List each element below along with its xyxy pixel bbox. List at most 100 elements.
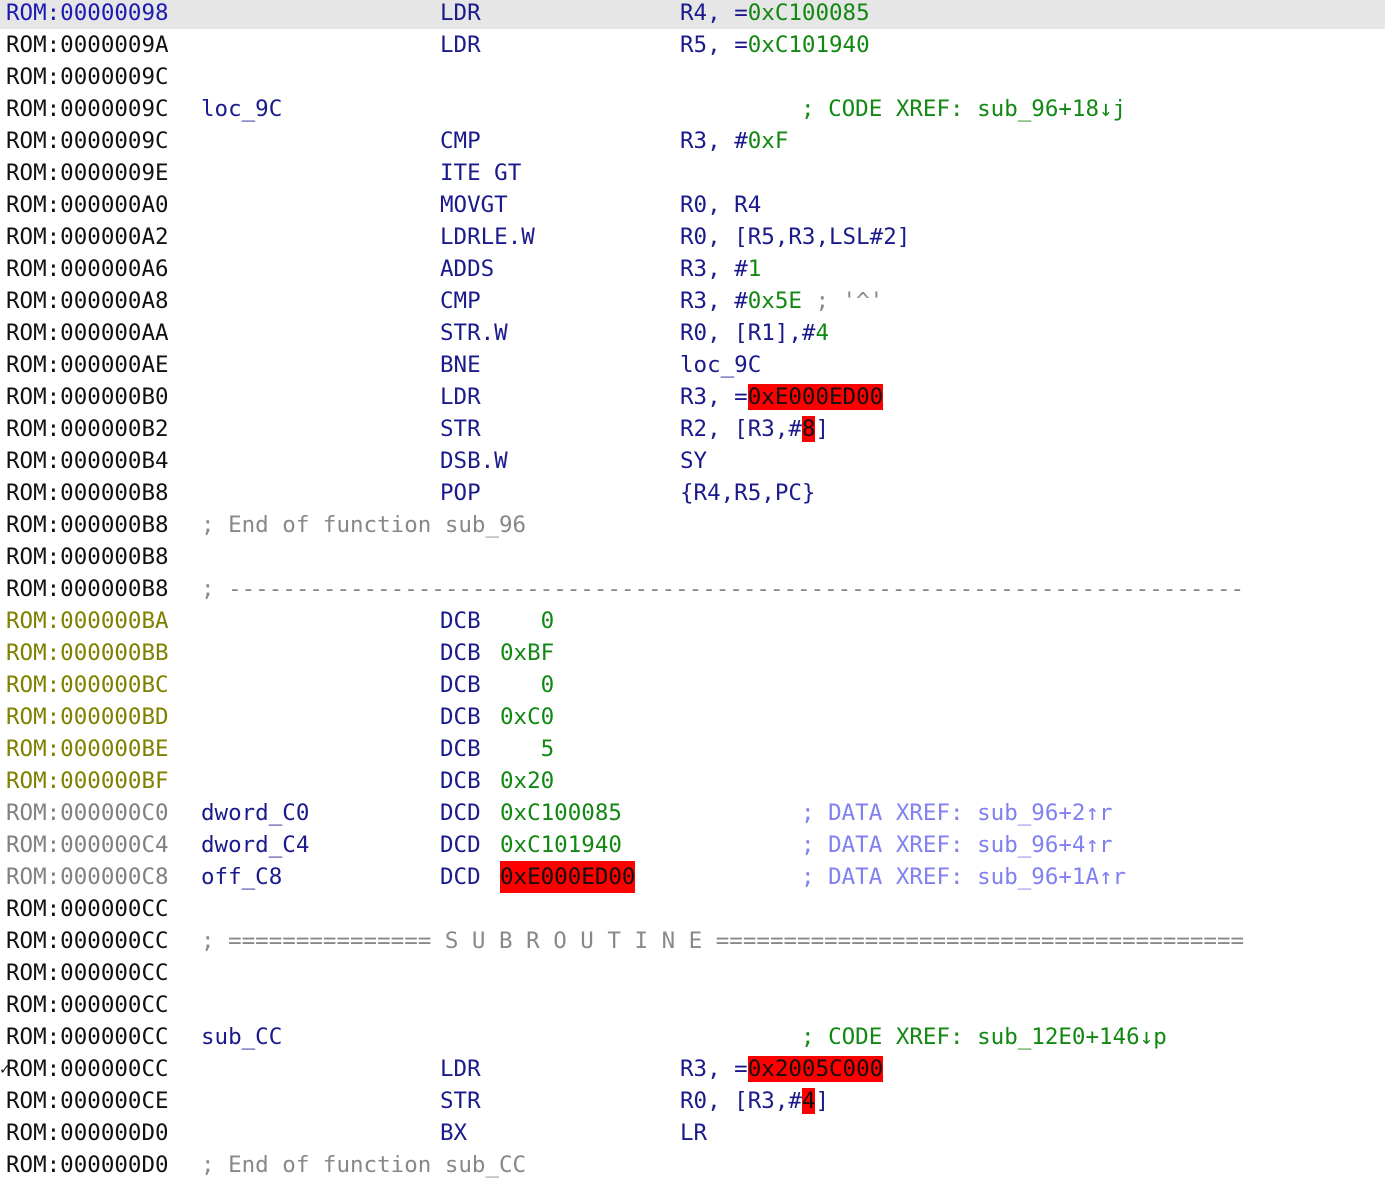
address[interactable]: ROM:0000009C: [6, 93, 169, 125]
xref-comment[interactable]: ; CODE XREF: sub_96+18↓j: [801, 93, 1126, 125]
listing-line[interactable]: ROM:000000CC: [0, 989, 1385, 1021]
mnemonic[interactable]: DCB: [440, 637, 481, 669]
mnemonic[interactable]: STR.W: [440, 317, 508, 349]
data-value[interactable]: 0xC101940: [500, 829, 622, 861]
listing-line[interactable]: ROM:000000CC: [0, 893, 1385, 925]
listing-line[interactable]: ROM:00000098 LDR R4, =0xC100085: [0, 0, 1385, 29]
address[interactable]: ROM:000000BC: [6, 669, 169, 701]
address[interactable]: ROM:000000B4: [6, 445, 169, 477]
operands[interactable]: R3, #0xF: [680, 125, 788, 157]
xref-comment[interactable]: ; DATA XREF: sub_96+2↑r: [801, 797, 1113, 829]
listing-line[interactable]: ROM:0000009E ITE GT: [0, 157, 1385, 189]
address[interactable]: ROM:000000B0: [6, 381, 169, 413]
address[interactable]: ROM:000000CC: [6, 957, 169, 989]
address[interactable]: ROM:000000B8: [6, 509, 169, 541]
mnemonic[interactable]: LDR: [440, 0, 481, 29]
listing-line[interactable]: ROM:000000BE DCB 5: [0, 733, 1385, 765]
mnemonic[interactable]: STR: [440, 1085, 481, 1117]
listing-line[interactable]: ROM:000000B8 ; --------------------------…: [0, 573, 1385, 605]
mnemonic[interactable]: BNE: [440, 349, 481, 381]
mnemonic[interactable]: DCB: [440, 701, 481, 733]
address[interactable]: ROM:000000BF: [6, 765, 169, 797]
listing-line[interactable]: ROM:0000009A LDR R5, =0xC101940: [0, 29, 1385, 61]
listing-line[interactable]: ROM:000000A2 LDRLE.W R0, [R5,R3,LSL#2]: [0, 221, 1385, 253]
address[interactable]: ROM:000000CC: [6, 1053, 169, 1085]
listing-line[interactable]: ROM:0000009C: [0, 61, 1385, 93]
operands[interactable]: R3, =0xE000ED00: [680, 381, 884, 413]
operand-highlighted[interactable]: 4: [801, 1088, 816, 1114]
address[interactable]: ROM:000000CC: [6, 989, 169, 1021]
operands[interactable]: R5, =0xC101940: [680, 29, 870, 61]
xref-comment[interactable]: ; DATA XREF: sub_96+1A↑r: [801, 861, 1126, 893]
address[interactable]: ROM:000000D0: [6, 1149, 169, 1181]
operand-highlighted[interactable]: 0x2005C000: [747, 1056, 884, 1082]
mnemonic[interactable]: CMP: [440, 125, 481, 157]
listing-line[interactable]: ROM:000000AA STR.W R0, [R1],#4: [0, 317, 1385, 349]
address[interactable]: ROM:0000009C: [6, 61, 169, 93]
mnemonic[interactable]: DCB: [440, 765, 481, 797]
operands[interactable]: SY: [680, 445, 707, 477]
address[interactable]: ROM:000000C4: [6, 829, 169, 861]
mnemonic[interactable]: LDR: [440, 29, 481, 61]
listing-line[interactable]: ROM:000000C8 off_C8 DCD 0xE000ED00 ; DATA XR…: [0, 861, 1385, 893]
mnemonic[interactable]: POP: [440, 477, 481, 509]
address[interactable]: ROM:000000CC: [6, 925, 169, 957]
operand-highlighted[interactable]: 8: [801, 416, 816, 442]
listing-line[interactable]: ROM:000000D0 BX LR: [0, 1117, 1385, 1149]
listing-line[interactable]: ROM:000000AE BNE loc_9C: [0, 349, 1385, 381]
listing-line[interactable]: ROM:000000A6 ADDS R3, #1: [0, 253, 1385, 285]
listing-line[interactable]: ROM:000000D0 ; End of function sub_CC: [0, 1149, 1385, 1181]
operands[interactable]: R3, #1: [680, 253, 761, 285]
mnemonic[interactable]: DCD: [440, 829, 481, 861]
listing-line[interactable]: ROM:000000BA DCB 0: [0, 605, 1385, 637]
address[interactable]: ROM:000000BD: [6, 701, 169, 733]
mnemonic[interactable]: ADDS: [440, 253, 494, 285]
operands[interactable]: R0, R4: [680, 189, 761, 221]
mnemonic[interactable]: LDR: [440, 381, 481, 413]
data-value[interactable]: 0xC100085: [500, 797, 622, 829]
operands[interactable]: R3, #0x5E ; '^': [680, 285, 883, 317]
operands[interactable]: {R4,R5,PC}: [680, 477, 815, 509]
operands[interactable]: R0, [R1],#4: [680, 317, 829, 349]
operands[interactable]: LR: [680, 1117, 707, 1149]
address[interactable]: ROM:000000B8: [6, 573, 169, 605]
mnemonic[interactable]: DCD: [440, 797, 481, 829]
data-value[interactable]: 0: [500, 669, 555, 701]
code-label[interactable]: off_C8: [201, 861, 282, 893]
listing-line[interactable]: ROM:000000C4 dword_C4 DCD 0xC101940 ; DATA X…: [0, 829, 1385, 861]
address[interactable]: ROM:000000C8: [6, 861, 169, 893]
address[interactable]: ROM:000000B2: [6, 413, 169, 445]
mnemonic[interactable]: DCD: [440, 861, 481, 893]
address[interactable]: ROM:000000AA: [6, 317, 169, 349]
listing-line[interactable]: ROM:000000CC ; =============== S U B R O …: [0, 925, 1385, 957]
listing-line[interactable]: ROM:000000B8: [0, 541, 1385, 573]
operands[interactable]: R2, [R3,#8]: [680, 413, 829, 445]
address[interactable]: ROM:000000A0: [6, 189, 169, 221]
mnemonic[interactable]: MOVGT: [440, 189, 508, 221]
operands[interactable]: R0, [R5,R3,LSL#2]: [680, 221, 910, 253]
mnemonic[interactable]: BX: [440, 1117, 467, 1149]
mnemonic[interactable]: DSB.W: [440, 445, 508, 477]
listing-line[interactable]: ROM:0000009C CMP R3, #0xF: [0, 125, 1385, 157]
address[interactable]: ROM:000000BA: [6, 605, 169, 637]
address[interactable]: ROM:000000C0: [6, 797, 169, 829]
mnemonic[interactable]: LDR: [440, 1053, 481, 1085]
address[interactable]: ROM:00000098: [6, 0, 169, 29]
mnemonic[interactable]: DCB: [440, 733, 481, 765]
mnemonic[interactable]: CMP: [440, 285, 481, 317]
mnemonic[interactable]: DCB: [440, 669, 481, 701]
listing-line[interactable]: ROM:000000B8 ; End of function sub_96: [0, 509, 1385, 541]
listing-line[interactable]: ROM:000000A0 MOVGT R0, R4: [0, 189, 1385, 221]
listing-line[interactable]: ROM:0000009C loc_9C ; CODE XREF: sub_96+18…: [0, 93, 1385, 125]
listing-line[interactable]: ROM:000000B8 POP {R4,R5,PC}: [0, 477, 1385, 509]
listing-line[interactable]: ROM:000000BC DCB 0: [0, 669, 1385, 701]
listing-line[interactable]: ROM:000000CC sub_CC ; CODE XREF: sub_12E0+…: [0, 1021, 1385, 1053]
data-value[interactable]: 5: [500, 733, 555, 765]
address[interactable]: ROM:000000A2: [6, 221, 169, 253]
address[interactable]: ROM:0000009C: [6, 125, 169, 157]
operands[interactable]: R0, [R3,#4]: [680, 1085, 829, 1117]
address[interactable]: ROM:000000B8: [6, 541, 169, 573]
address[interactable]: ROM:000000AE: [6, 349, 169, 381]
listing-line[interactable]: ROM:000000BB DCB 0xBF: [0, 637, 1385, 669]
address[interactable]: ROM:000000B8: [6, 477, 169, 509]
